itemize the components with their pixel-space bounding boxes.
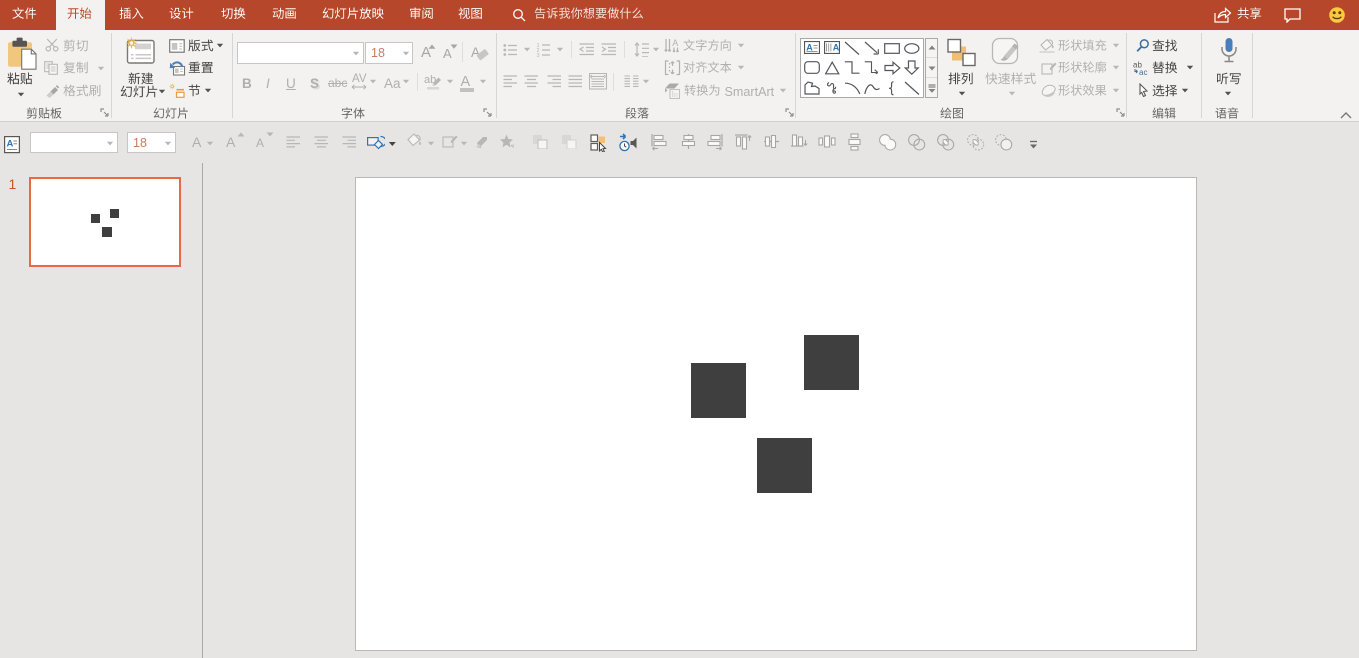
svg-text:A: A: [833, 42, 840, 52]
svg-text:A: A: [7, 139, 14, 150]
svg-text:3: 3: [537, 53, 540, 57]
svg-text:A: A: [672, 38, 678, 48]
svg-text:A: A: [806, 42, 813, 52]
svg-text:ac: ac: [1139, 68, 1147, 75]
